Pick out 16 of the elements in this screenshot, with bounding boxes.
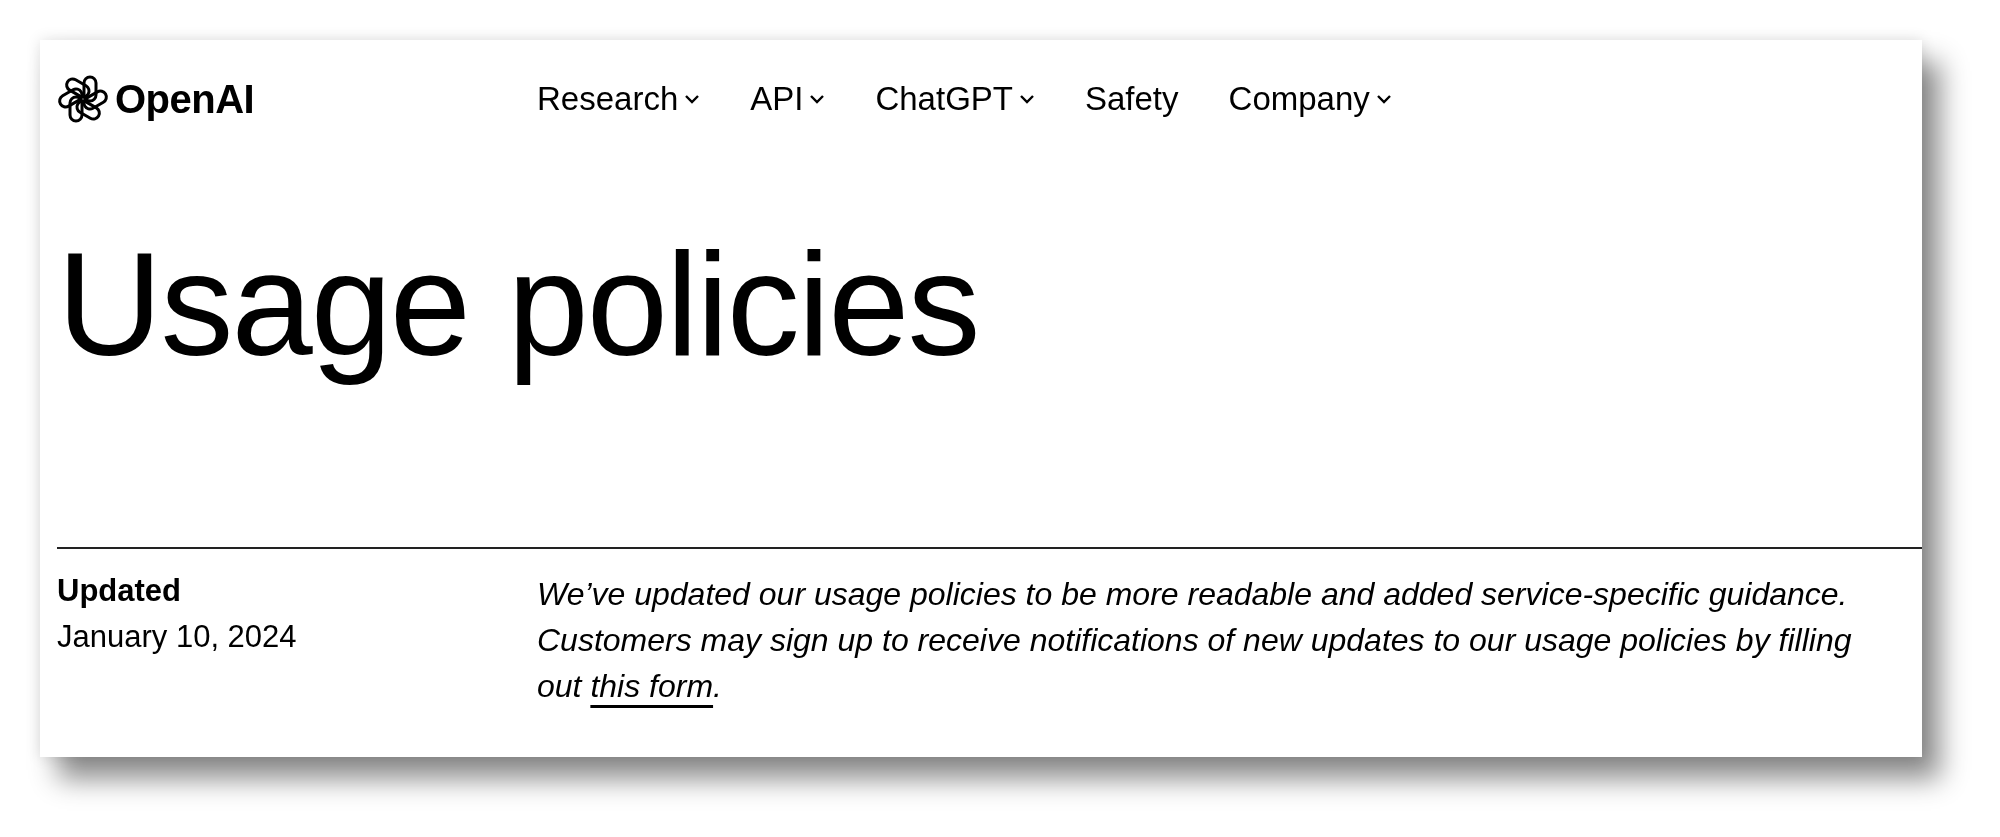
updated-date: January 10, 2024: [57, 617, 298, 656]
form-link[interactable]: this form: [590, 667, 714, 704]
nav-link[interactable]: ChatGPT: [875, 80, 1035, 118]
nav-link[interactable]: Company: [1228, 80, 1392, 118]
update-notice: We’ve updated our usage policies to be more readable and added service-specific guidance. Customers may sign up to receive notifications of new updates to our usage policies by filling out this form.: [537, 574, 1853, 706]
brand-name[interactable]: OpenAI: [115, 76, 255, 122]
chevron-down-icon: [684, 94, 701, 104]
nav-link[interactable]: Research: [537, 80, 701, 118]
page-title: Usage policies: [57, 222, 979, 388]
chevron-down-icon: [1019, 94, 1035, 104]
nav-link[interactable]: Safety: [1085, 80, 1179, 118]
chevron-down-icon: [1375, 94, 1392, 104]
knot-logo-icon: [57, 73, 109, 125]
nav-link[interactable]: API: [750, 80, 826, 118]
chevron-down-icon: [809, 94, 826, 104]
updated-label: Updated: [57, 571, 182, 610]
